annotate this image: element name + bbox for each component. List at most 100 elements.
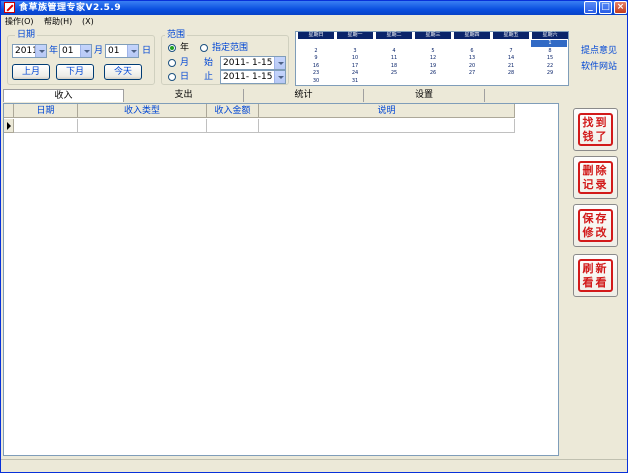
calendar-day[interactable]: 4 bbox=[376, 48, 412, 55]
day-select[interactable]: 01 bbox=[105, 44, 139, 58]
radio-day[interactable] bbox=[168, 73, 176, 81]
calendar-day[interactable]: 7 bbox=[493, 48, 529, 55]
calendar-day[interactable]: 9 bbox=[298, 55, 334, 62]
seal-stamp-icon: 刷新 看看 bbox=[578, 259, 613, 292]
seal-text-line1: 保存 bbox=[582, 212, 609, 225]
website-link[interactable]: 软件网站 bbox=[581, 61, 617, 73]
main-window: 食草族管理专家V2.5.9 _ □ × 操作(O) 帮助(H) (X) 日期 2… bbox=[0, 0, 628, 473]
calendar-day[interactable]: 24 bbox=[337, 70, 373, 77]
minimize-button[interactable]: _ bbox=[584, 1, 597, 14]
chevron-down-icon[interactable] bbox=[35, 45, 46, 57]
tab-statistics[interactable]: 统计 bbox=[244, 89, 364, 102]
calendar-day[interactable]: 20 bbox=[454, 63, 490, 70]
app-icon[interactable] bbox=[4, 2, 15, 13]
year-suffix: 年 bbox=[49, 46, 59, 56]
menu-extra[interactable]: (X) bbox=[82, 16, 94, 28]
calendar-weekday-header: 星期六 bbox=[532, 32, 568, 39]
grid-cell-date[interactable] bbox=[14, 119, 78, 133]
calendar-day[interactable]: 25 bbox=[376, 70, 412, 77]
save-changes-button[interactable]: 保存 修改 bbox=[573, 204, 618, 247]
calendar-weekday-header: 星期三 bbox=[415, 32, 451, 39]
calendar-day[interactable]: 29 bbox=[532, 70, 568, 77]
delete-record-button[interactable]: 删除 记录 bbox=[573, 156, 618, 199]
calendar-day[interactable]: 2 bbox=[298, 48, 334, 55]
calendar-day[interactable]: 15 bbox=[532, 55, 568, 62]
calendar-day[interactable]: 22 bbox=[532, 63, 568, 70]
today-button[interactable]: 今天 bbox=[104, 64, 142, 80]
chevron-down-icon[interactable] bbox=[127, 45, 138, 57]
seal-text-line2: 看看 bbox=[582, 276, 609, 289]
calendar-day[interactable]: 21 bbox=[493, 63, 529, 70]
title-bar[interactable]: 食草族管理专家V2.5.9 _ □ × bbox=[1, 1, 627, 15]
calendar-day[interactable]: 10 bbox=[337, 55, 373, 62]
month-suffix: 月 bbox=[94, 46, 104, 56]
refresh-button[interactable]: 刷新 看看 bbox=[573, 254, 618, 297]
calendar-day[interactable]: 8 bbox=[532, 48, 568, 55]
start-date-picker[interactable]: 2011- 1-15 bbox=[220, 56, 286, 70]
year-select[interactable]: 2011 bbox=[12, 44, 47, 58]
status-bar bbox=[1, 459, 627, 472]
month-value: 01 bbox=[62, 46, 74, 56]
calendar-day[interactable]: 14 bbox=[493, 55, 529, 62]
end-date-picker[interactable]: 2011- 1-15 bbox=[220, 70, 286, 84]
calendar-day[interactable]: 6 bbox=[454, 48, 490, 55]
column-header-date[interactable]: 日期 bbox=[14, 104, 78, 118]
grid-cell-description[interactable] bbox=[259, 119, 515, 133]
menu-bar: 操作(O) 帮助(H) (X) bbox=[1, 16, 627, 28]
calendar-day[interactable]: 3 bbox=[337, 48, 373, 55]
tab-expense[interactable]: 支出 bbox=[124, 89, 244, 102]
find-money-button[interactable]: 找到 钱了 bbox=[573, 108, 618, 151]
calendar-day[interactable]: 27 bbox=[454, 70, 490, 77]
column-header-description[interactable]: 说明 bbox=[259, 104, 515, 118]
range-group-title: 范围 bbox=[165, 30, 188, 40]
income-grid[interactable]: 日期 收入类型 收入金额 说明 bbox=[3, 103, 559, 456]
calendar-day[interactable]: 13 bbox=[454, 55, 490, 62]
menu-operate[interactable]: 操作(O) bbox=[5, 16, 34, 28]
calendar-day[interactable]: 18 bbox=[376, 63, 412, 70]
month-select[interactable]: 01 bbox=[59, 44, 92, 58]
calendar-weekday-header: 星期五 bbox=[493, 32, 529, 39]
calendar-day[interactable]: 23 bbox=[298, 70, 334, 77]
start-label: 始 bbox=[204, 58, 214, 68]
chevron-down-icon[interactable] bbox=[274, 57, 285, 69]
chevron-down-icon[interactable] bbox=[80, 45, 91, 57]
calendar-day[interactable]: 17 bbox=[337, 63, 373, 70]
radio-year-label: 年 bbox=[180, 43, 190, 53]
calendar-day[interactable]: 31 bbox=[337, 78, 373, 85]
radio-month-label: 月 bbox=[180, 58, 190, 68]
date-group-title: 日期 bbox=[15, 30, 38, 40]
grid-cell-income-type[interactable] bbox=[78, 119, 207, 133]
calendar-day[interactable]: 19 bbox=[415, 63, 451, 70]
grid-corner bbox=[4, 104, 14, 118]
window-title: 食草族管理专家V2.5.9 bbox=[19, 3, 122, 13]
menu-help[interactable]: 帮助(H) bbox=[44, 16, 72, 28]
grid-cell-income-amount[interactable] bbox=[207, 119, 259, 133]
tab-settings[interactable]: 设置 bbox=[364, 89, 485, 102]
radio-month[interactable] bbox=[168, 59, 176, 67]
radio-year[interactable] bbox=[168, 44, 176, 52]
chevron-down-icon[interactable] bbox=[274, 71, 285, 83]
tab-income[interactable]: 收入 bbox=[3, 89, 124, 102]
column-header-income-amount[interactable]: 收入金额 bbox=[207, 104, 259, 118]
close-button[interactable]: × bbox=[614, 1, 627, 14]
seal-stamp-icon: 保存 修改 bbox=[578, 209, 613, 242]
calendar-weekday-header: 星期一 bbox=[337, 32, 373, 39]
calendar-weekday-header: 星期二 bbox=[376, 32, 412, 39]
calendar-day[interactable]: 12 bbox=[415, 55, 451, 62]
radio-custom-range[interactable] bbox=[200, 44, 208, 52]
prev-month-button[interactable]: 上月 bbox=[12, 64, 50, 80]
calendar-day[interactable]: 26 bbox=[415, 70, 451, 77]
calendar-day[interactable]: 1 bbox=[532, 40, 568, 47]
month-calendar[interactable]: 星期日 星期一 星期二 星期三 星期四 星期五 星期六 1 2 3 4 5 6 7 8 9 10 11 12 13 14… bbox=[295, 31, 569, 86]
calendar-day[interactable]: 28 bbox=[493, 70, 529, 77]
calendar-day[interactable]: 30 bbox=[298, 78, 334, 85]
tab-bar: 收入 支出 统计 设置 bbox=[3, 89, 627, 102]
feedback-link[interactable]: 提点意见 bbox=[581, 45, 617, 57]
calendar-day[interactable]: 11 bbox=[376, 55, 412, 62]
maximize-button[interactable]: □ bbox=[599, 1, 612, 14]
column-header-income-type[interactable]: 收入类型 bbox=[78, 104, 207, 118]
calendar-day[interactable]: 5 bbox=[415, 48, 451, 55]
next-month-button[interactable]: 下月 bbox=[56, 64, 94, 80]
calendar-day[interactable]: 16 bbox=[298, 63, 334, 70]
seal-text-line2: 修改 bbox=[582, 226, 609, 239]
